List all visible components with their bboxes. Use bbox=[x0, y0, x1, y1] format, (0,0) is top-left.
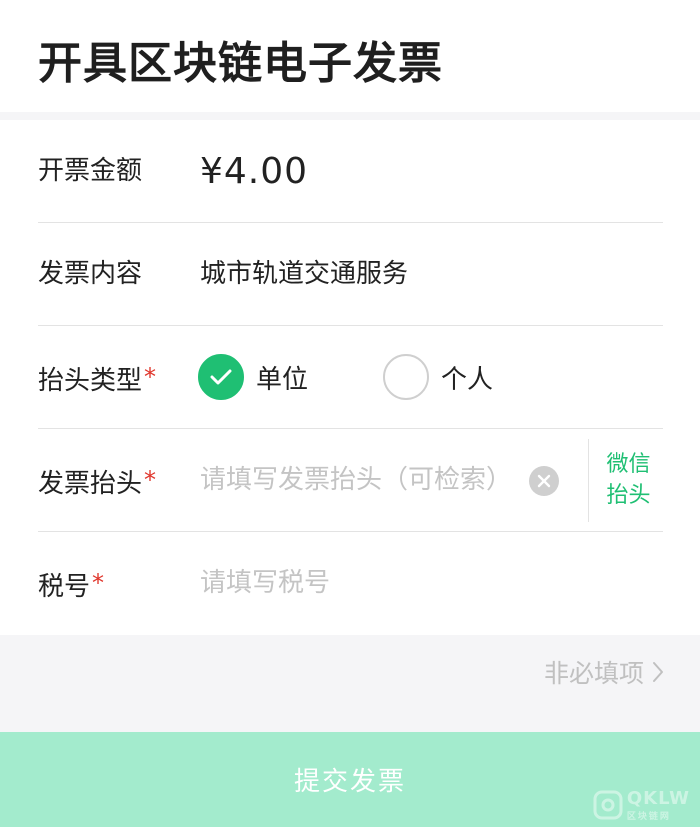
content-label: 发票内容 bbox=[38, 259, 143, 289]
wechat-title-line2: 抬头 bbox=[606, 483, 651, 508]
optional-fields-link[interactable]: 非必填项 bbox=[544, 654, 664, 690]
tax-number-label-text: 税号 bbox=[38, 572, 91, 602]
optional-fields-label: 非必填项 bbox=[543, 659, 644, 688]
invoice-title-row: 发票抬头* 请填写发票抬头（可检索） 微信 抬头 bbox=[38, 429, 663, 532]
invoice-title-input[interactable]: 请填写发票抬头（可检索） bbox=[200, 429, 512, 532]
wechat-title-button[interactable]: 微信 抬头 bbox=[594, 449, 663, 511]
chevron-right-icon bbox=[653, 662, 663, 682]
radio-company[interactable]: 单位 bbox=[198, 354, 308, 400]
content-row: 发票内容 城市轨道交通服务 bbox=[38, 223, 663, 326]
amount-value: ¥4.00 bbox=[200, 151, 309, 192]
required-mark: * bbox=[144, 466, 157, 494]
page-title: 开具区块链电子发票 bbox=[38, 38, 443, 89]
radio-unchecked-icon bbox=[383, 354, 429, 400]
invoice-title-label: 发票抬头* bbox=[38, 429, 156, 532]
amount-row: 开票金额 ¥4.00 bbox=[38, 120, 663, 223]
tax-number-input[interactable]: 请填写税号 bbox=[200, 532, 330, 635]
wechat-title-line1: 微信 bbox=[606, 452, 651, 477]
watermark-icon bbox=[593, 790, 623, 820]
title-type-label: 抬头类型* bbox=[38, 326, 156, 429]
watermark-text: QKLW 区块链网 bbox=[626, 788, 690, 822]
invoice-form: 开票金额 ¥4.00 发票内容 城市轨道交通服务 抬头类型* 单位 个人 发票抬… bbox=[0, 120, 700, 635]
required-mark: * bbox=[92, 569, 105, 597]
radio-checked-icon bbox=[198, 354, 244, 400]
clear-icon[interactable] bbox=[529, 466, 559, 496]
header: 开具区块链电子发票 bbox=[0, 0, 700, 112]
required-mark: * bbox=[144, 363, 157, 391]
title-type-row: 抬头类型* 单位 个人 bbox=[38, 326, 663, 429]
title-type-label-text: 抬头类型 bbox=[38, 366, 143, 396]
watermark-logo: QKLW 区块链网 bbox=[593, 788, 690, 822]
radio-personal-label: 个人 bbox=[441, 364, 494, 395]
tax-number-row: 税号* 请填写税号 bbox=[38, 532, 663, 635]
invoice-title-label-text: 发票抬头 bbox=[38, 469, 143, 499]
vertical-divider bbox=[588, 439, 589, 522]
content-value: 城市轨道交通服务 bbox=[200, 259, 409, 289]
radio-company-label: 单位 bbox=[256, 364, 309, 395]
radio-personal[interactable]: 个人 bbox=[383, 354, 493, 400]
tax-number-label: 税号* bbox=[38, 532, 104, 635]
amount-label: 开票金额 bbox=[38, 156, 143, 186]
